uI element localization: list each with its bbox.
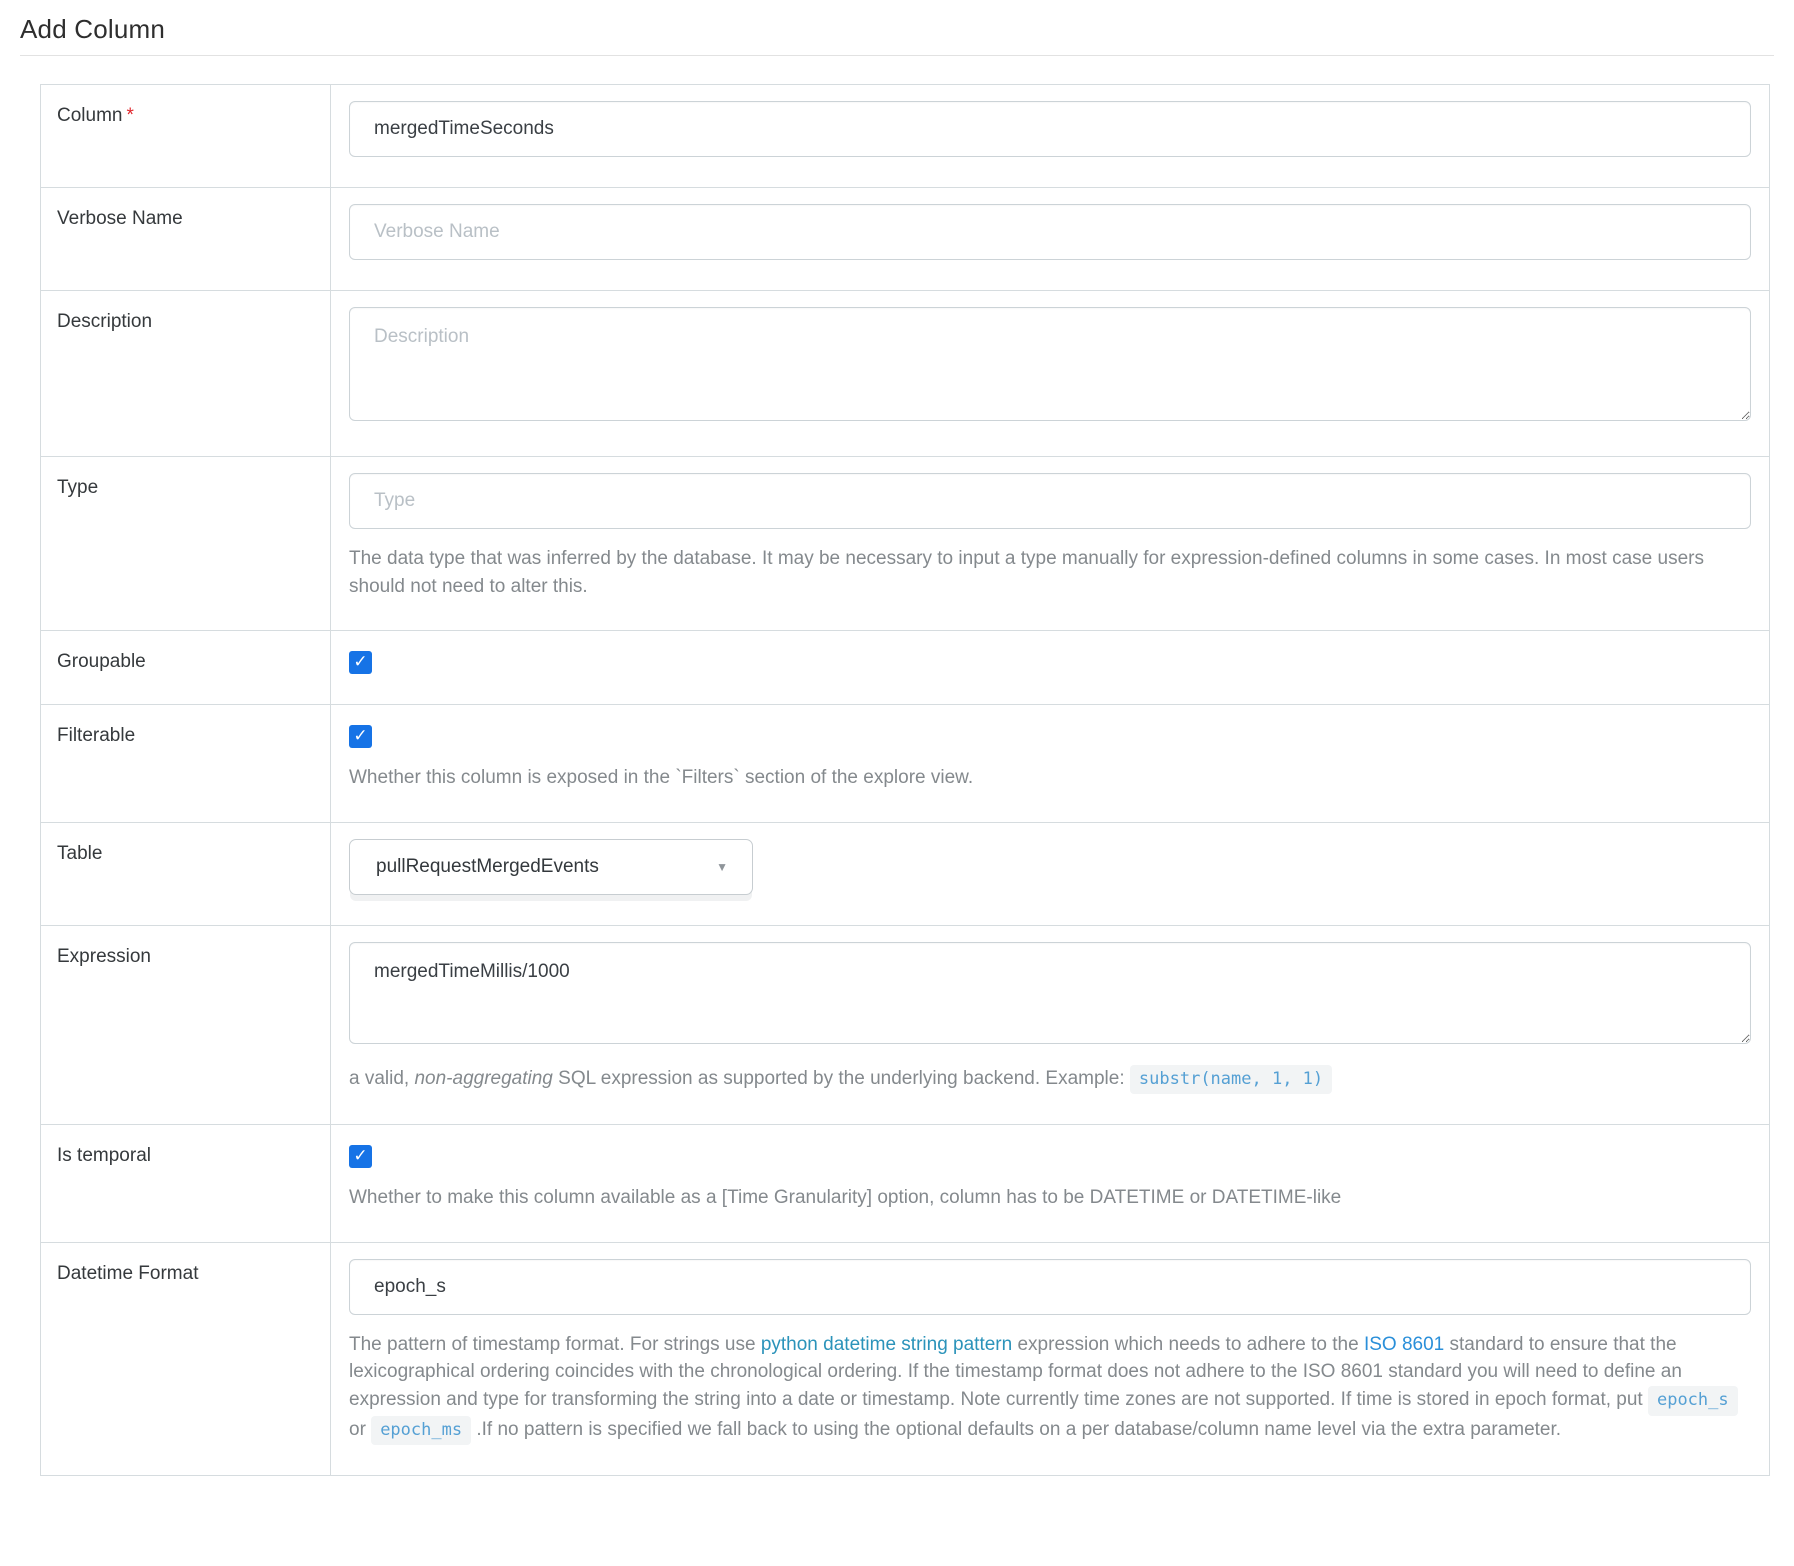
expression-help-part2: SQL expression as supported by the under… bbox=[553, 1068, 1130, 1089]
add-column-form: Column* Verbose Name Description Type bbox=[40, 84, 1770, 1476]
form-row-description: Description bbox=[41, 291, 1769, 457]
form-row-is-temporal: Is temporal ✓ Whether to make this colum… bbox=[41, 1125, 1769, 1243]
iso-8601-link[interactable]: ISO 8601 bbox=[1364, 1334, 1444, 1355]
checkmark-icon: ✓ bbox=[353, 653, 367, 670]
checkmark-icon: ✓ bbox=[353, 727, 367, 744]
epoch-s-code: epoch_s bbox=[1648, 1386, 1738, 1416]
description-value-cell bbox=[331, 291, 1769, 456]
filterable-help-text: Whether this column is exposed in the `F… bbox=[349, 764, 1751, 792]
groupable-label: Groupable bbox=[41, 631, 331, 704]
expression-textarea[interactable]: mergedTimeMillis/1000 bbox=[349, 942, 1751, 1044]
description-label: Description bbox=[41, 291, 331, 456]
required-asterisk: * bbox=[126, 105, 133, 126]
verbose-name-value-cell bbox=[331, 188, 1769, 290]
checkmark-icon: ✓ bbox=[353, 1147, 367, 1164]
expression-example-code: substr(name, 1, 1) bbox=[1130, 1065, 1332, 1095]
form-row-column: Column* bbox=[41, 85, 1769, 188]
column-label-text: Column bbox=[57, 105, 122, 126]
type-label: Type bbox=[41, 457, 331, 630]
form-row-expression: Expression mergedTimeMillis/1000 a valid… bbox=[41, 926, 1769, 1126]
expression-label: Expression bbox=[41, 926, 331, 1125]
column-value-cell bbox=[331, 85, 1769, 187]
filterable-label: Filterable bbox=[41, 705, 331, 822]
form-row-type: Type The data type that was inferred by … bbox=[41, 457, 1769, 631]
type-input[interactable] bbox=[349, 473, 1751, 529]
datetime-format-input[interactable] bbox=[349, 1259, 1751, 1315]
datetime-help-part4: or bbox=[349, 1419, 371, 1440]
groupable-checkbox[interactable]: ✓ bbox=[349, 651, 372, 674]
datetime-format-value-cell: The pattern of timestamp format. For str… bbox=[331, 1243, 1769, 1475]
filterable-checkbox[interactable]: ✓ bbox=[349, 725, 372, 748]
is-temporal-help-text: Whether to make this column available as… bbox=[349, 1184, 1751, 1212]
title-divider bbox=[20, 55, 1774, 56]
form-row-datetime-format: Datetime Format The pattern of timestamp… bbox=[41, 1243, 1769, 1475]
type-value-cell: The data type that was inferred by the d… bbox=[331, 457, 1769, 630]
expression-value-cell: mergedTimeMillis/1000 a valid, non-aggre… bbox=[331, 926, 1769, 1125]
table-select-value: pullRequestMergedEvents bbox=[376, 856, 599, 878]
column-label: Column* bbox=[41, 85, 331, 187]
python-datetime-pattern-link[interactable]: python datetime string pattern bbox=[761, 1334, 1012, 1355]
page-title: Add Column bbox=[20, 14, 1774, 45]
table-label: Table bbox=[41, 823, 331, 925]
datetime-help-part1: The pattern of timestamp format. For str… bbox=[349, 1334, 761, 1355]
add-column-page: Add Column Column* Verbose Name Descript… bbox=[0, 0, 1794, 1506]
form-row-table: Table pullRequestMergedEvents ▼ bbox=[41, 823, 1769, 926]
is-temporal-checkbox[interactable]: ✓ bbox=[349, 1145, 372, 1168]
is-temporal-value-cell: ✓ Whether to make this column available … bbox=[331, 1125, 1769, 1242]
expression-help-text: a valid, non-aggregating SQL expression … bbox=[349, 1065, 1751, 1095]
filterable-value-cell: ✓ Whether this column is exposed in the … bbox=[331, 705, 1769, 822]
expression-help-italic: non-aggregating bbox=[414, 1068, 552, 1089]
column-input[interactable] bbox=[349, 101, 1751, 157]
datetime-help-part5: .If no pattern is specified we fall back… bbox=[471, 1419, 1561, 1440]
verbose-name-input[interactable] bbox=[349, 204, 1751, 260]
datetime-format-label: Datetime Format bbox=[41, 1243, 331, 1475]
form-row-filterable: Filterable ✓ Whether this column is expo… bbox=[41, 705, 1769, 823]
table-select[interactable]: pullRequestMergedEvents ▼ bbox=[349, 839, 753, 895]
form-row-verbose-name: Verbose Name bbox=[41, 188, 1769, 291]
page-header: Add Column bbox=[0, 0, 1794, 45]
datetime-format-help-text: The pattern of timestamp format. For str… bbox=[349, 1331, 1751, 1445]
form-row-groupable: Groupable ✓ bbox=[41, 631, 1769, 705]
epoch-ms-code: epoch_ms bbox=[371, 1416, 471, 1446]
type-help-text: The data type that was inferred by the d… bbox=[349, 545, 1751, 600]
is-temporal-label: Is temporal bbox=[41, 1125, 331, 1242]
chevron-down-icon: ▼ bbox=[716, 860, 728, 874]
datetime-help-part2: expression which needs to adhere to the bbox=[1012, 1334, 1364, 1355]
groupable-value-cell: ✓ bbox=[331, 631, 1769, 704]
description-textarea[interactable] bbox=[349, 307, 1751, 421]
expression-help-part1: a valid, bbox=[349, 1068, 414, 1089]
verbose-name-label: Verbose Name bbox=[41, 188, 331, 290]
table-value-cell: pullRequestMergedEvents ▼ bbox=[331, 823, 1769, 925]
